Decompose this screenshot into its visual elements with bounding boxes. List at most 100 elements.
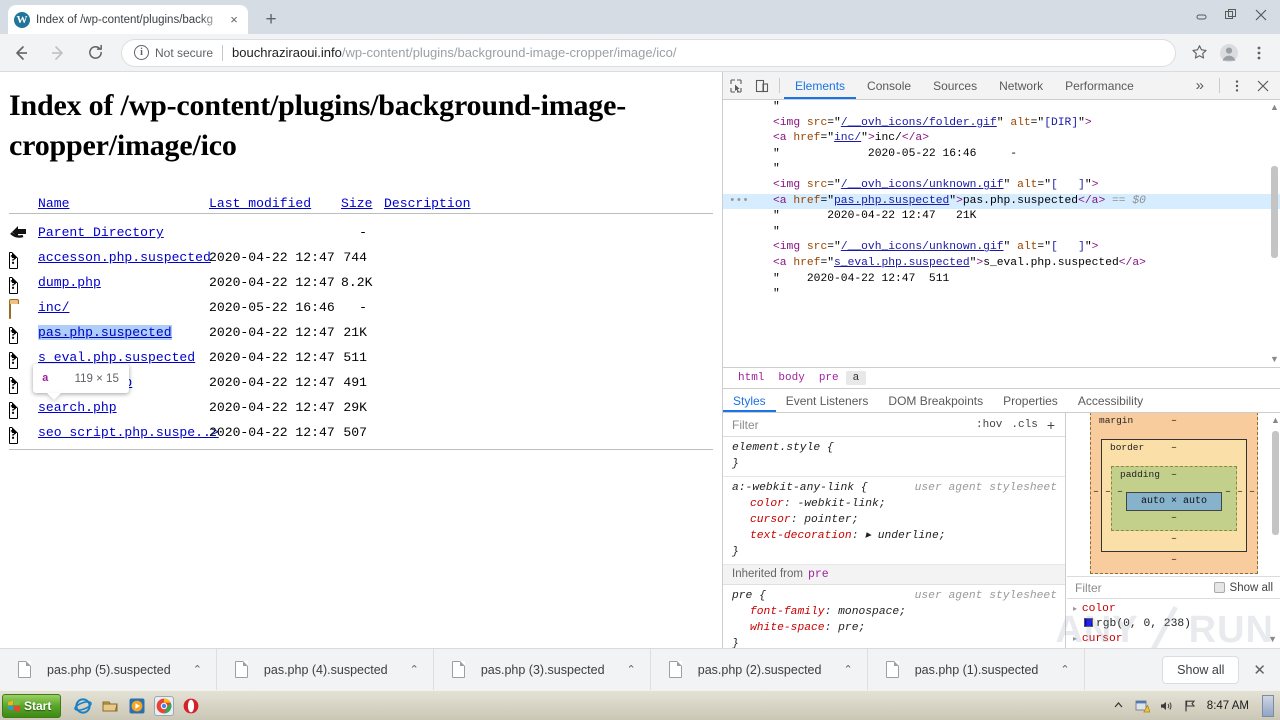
dom-node-line[interactable]: <a href="inc/">inc/</a> <box>723 131 1280 147</box>
computed-scroll-down-icon[interactable]: ▼ <box>1268 634 1277 644</box>
css-property-name[interactable]: white-space <box>732 622 825 634</box>
show-all-label[interactable]: Show all <box>1230 582 1273 594</box>
element-classes-button[interactable]: .cls <box>1011 419 1037 431</box>
inherited-from-selector[interactable]: pre <box>808 568 829 581</box>
internet-explorer-icon[interactable] <box>74 697 93 715</box>
explorer-icon[interactable] <box>101 697 119 715</box>
close-button[interactable] <box>1246 2 1276 28</box>
minimize-button[interactable] <box>1186 2 1216 28</box>
elements-dom-tree[interactable]: " <img src="/__ovh_icons/folder.gif" alt=… <box>723 100 1280 367</box>
parent-directory-link[interactable]: Parent Directory <box>38 225 164 240</box>
show-all-checkbox[interactable] <box>1213 582 1225 593</box>
scroll-up-arrow-icon[interactable]: ▲ <box>1270 102 1279 112</box>
column-header-name[interactable]: Name <box>38 196 69 211</box>
inspect-element-icon[interactable] <box>723 72 749 99</box>
parent-directory-row[interactable]: Parent Directory - <box>9 220 722 245</box>
dom-node-line[interactable]: " <box>723 100 1280 116</box>
scrollbar-thumb[interactable] <box>1271 166 1278 258</box>
site-info-icon[interactable]: i <box>134 45 149 60</box>
taskbar-clock[interactable]: 8:47 AM <box>1207 700 1249 712</box>
file-link[interactable]: inc/ <box>38 300 69 315</box>
table-row[interactable]: ? accesson.php.suspected 2020-04-22 12:47 7… <box>9 245 722 270</box>
css-declaration[interactable]: text-decoration: ▸ underline; <box>732 528 1059 544</box>
breadcrumb-item-a[interactable]: a <box>845 371 867 385</box>
computed-pane-scrollbar[interactable]: ▲ <box>1271 415 1280 575</box>
download-menu-caret-icon[interactable]: ⌃ <box>843 663 852 676</box>
breadcrumb-item-body[interactable]: body <box>771 371 811 385</box>
download-item[interactable]: pas.php (4).suspected ⌃ <box>217 648 434 691</box>
download-item[interactable]: pas.php (2).suspected ⌃ <box>651 648 868 691</box>
file-link[interactable]: dump.php <box>38 275 101 290</box>
download-shelf-close-icon[interactable]: ✕ <box>1253 661 1266 679</box>
dom-node-line[interactable]: " 2020-04-22 12:47 21K <box>723 209 1280 225</box>
css-rule[interactable]: a:-webkit-any-link {user agent styleshee… <box>723 477 1065 565</box>
devtools-more-tabs-button[interactable]: » <box>1185 72 1215 99</box>
force-state-button[interactable]: :hov <box>976 419 1002 431</box>
chrome-menu-icon[interactable] <box>1244 38 1274 68</box>
computed-scroll-up-icon[interactable]: ▲ <box>1271 415 1280 425</box>
device-toolbar-icon[interactable] <box>749 72 775 99</box>
file-link[interactable]: s_eval.php.suspected <box>38 350 195 365</box>
css-declaration[interactable]: cursor: pointer; <box>732 512 1059 528</box>
tab-properties[interactable]: Properties <box>993 389 1068 412</box>
tab-console[interactable]: Console <box>856 72 922 99</box>
show-desktop-button[interactable] <box>1262 694 1274 717</box>
css-property-value[interactable]: monospace; <box>838 606 906 618</box>
restore-button[interactable] <box>1216 2 1246 28</box>
color-swatch[interactable] <box>1084 618 1093 627</box>
opera-icon[interactable] <box>182 697 200 715</box>
security-alert-icon[interactable] <box>1135 698 1150 713</box>
table-row[interactable]: ? pas.php.suspected 2020-04-22 12:47 21K <box>9 320 722 345</box>
new-style-rule-button[interactable]: + <box>1047 417 1055 433</box>
computed-property-row[interactable]: ▸ color <box>1073 602 1280 617</box>
css-declaration[interactable]: white-space: pre; <box>732 620 1059 636</box>
tab-close-icon[interactable]: × <box>226 12 242 28</box>
css-property-value[interactable]: -webkit-link; <box>797 498 885 510</box>
table-row[interactable]: ? seo_script.php.suspe..> 2020-04-22 12:47… <box>9 420 722 445</box>
css-property-name[interactable]: cursor <box>732 514 791 526</box>
css-property-name[interactable]: color <box>732 498 784 510</box>
forward-button[interactable] <box>42 37 74 69</box>
download-menu-caret-icon[interactable]: ⌃ <box>1060 663 1069 676</box>
dom-node-line[interactable]: " <box>723 225 1280 241</box>
browser-tab[interactable]: W Index of /wp-content/plugins/backg × <box>8 5 248 34</box>
back-button[interactable] <box>5 37 37 69</box>
column-header-modified[interactable]: Last modified <box>209 196 311 211</box>
download-menu-caret-icon[interactable]: ⌃ <box>193 663 202 676</box>
computed-property-row[interactable]: ▸ cursor <box>1073 632 1280 647</box>
computed-scrollbar-thumb[interactable] <box>1272 431 1279 535</box>
css-property-value[interactable]: pre; <box>838 622 865 634</box>
table-row[interactable]: inc/2020-05-22 16:46 - <box>9 295 722 320</box>
column-header-size[interactable]: Size <box>341 196 372 211</box>
file-link[interactable]: accesson.php.suspected <box>38 250 211 265</box>
table-row[interactable]: ? search.php 2020-04-22 12:47 29K <box>9 395 722 420</box>
hidden-icons-icon[interactable] <box>1111 698 1126 713</box>
computed-filter-input[interactable]: Filter <box>1075 581 1209 595</box>
expand-triangle-icon[interactable]: ▸ <box>1073 605 1082 614</box>
css-rule[interactable]: pre {user agent stylesheet font-family: m… <box>723 585 1065 648</box>
bookmark-star-icon[interactable] <box>1184 38 1214 68</box>
devtools-close-icon[interactable] <box>1250 72 1276 99</box>
tab-dom-breakpoints[interactable]: DOM Breakpoints <box>878 389 993 412</box>
tab-sources[interactable]: Sources <box>922 72 988 99</box>
download-item[interactable]: pas.php (5).suspected ⌃ <box>0 648 217 691</box>
breadcrumb-item-html[interactable]: html <box>731 371 771 385</box>
dom-node-line[interactable]: ••• <a href="pas.php.suspected">pas.php.s… <box>723 193 1280 210</box>
css-property-name[interactable]: font-family <box>732 606 825 618</box>
file-link[interactable]: pas.php.suspected <box>38 325 172 341</box>
css-property-name[interactable]: text-decoration <box>732 530 852 542</box>
dom-node-line[interactable]: " 2020-05-22 16:46 - <box>723 147 1280 163</box>
css-property-value[interactable]: ▸ underline; <box>865 530 945 542</box>
profile-avatar[interactable] <box>1214 38 1244 68</box>
tab-elements[interactable]: Elements <box>784 72 856 99</box>
column-header-description[interactable]: Description <box>384 196 470 211</box>
dom-node-line[interactable]: <img src="/__ovh_icons/unknown.gif" alt=… <box>723 178 1280 194</box>
tab-event-listeners[interactable]: Event Listeners <box>776 389 879 412</box>
tab-styles[interactable]: Styles <box>723 389 776 412</box>
media-player-icon[interactable] <box>128 697 146 715</box>
css-rule[interactable]: element.style {} <box>723 437 1065 477</box>
box-model-content[interactable]: auto × auto <box>1126 491 1222 511</box>
tab-performance[interactable]: Performance <box>1054 72 1145 99</box>
css-property-value[interactable]: pointer; <box>804 514 858 526</box>
new-tab-button[interactable]: + <box>258 8 284 32</box>
